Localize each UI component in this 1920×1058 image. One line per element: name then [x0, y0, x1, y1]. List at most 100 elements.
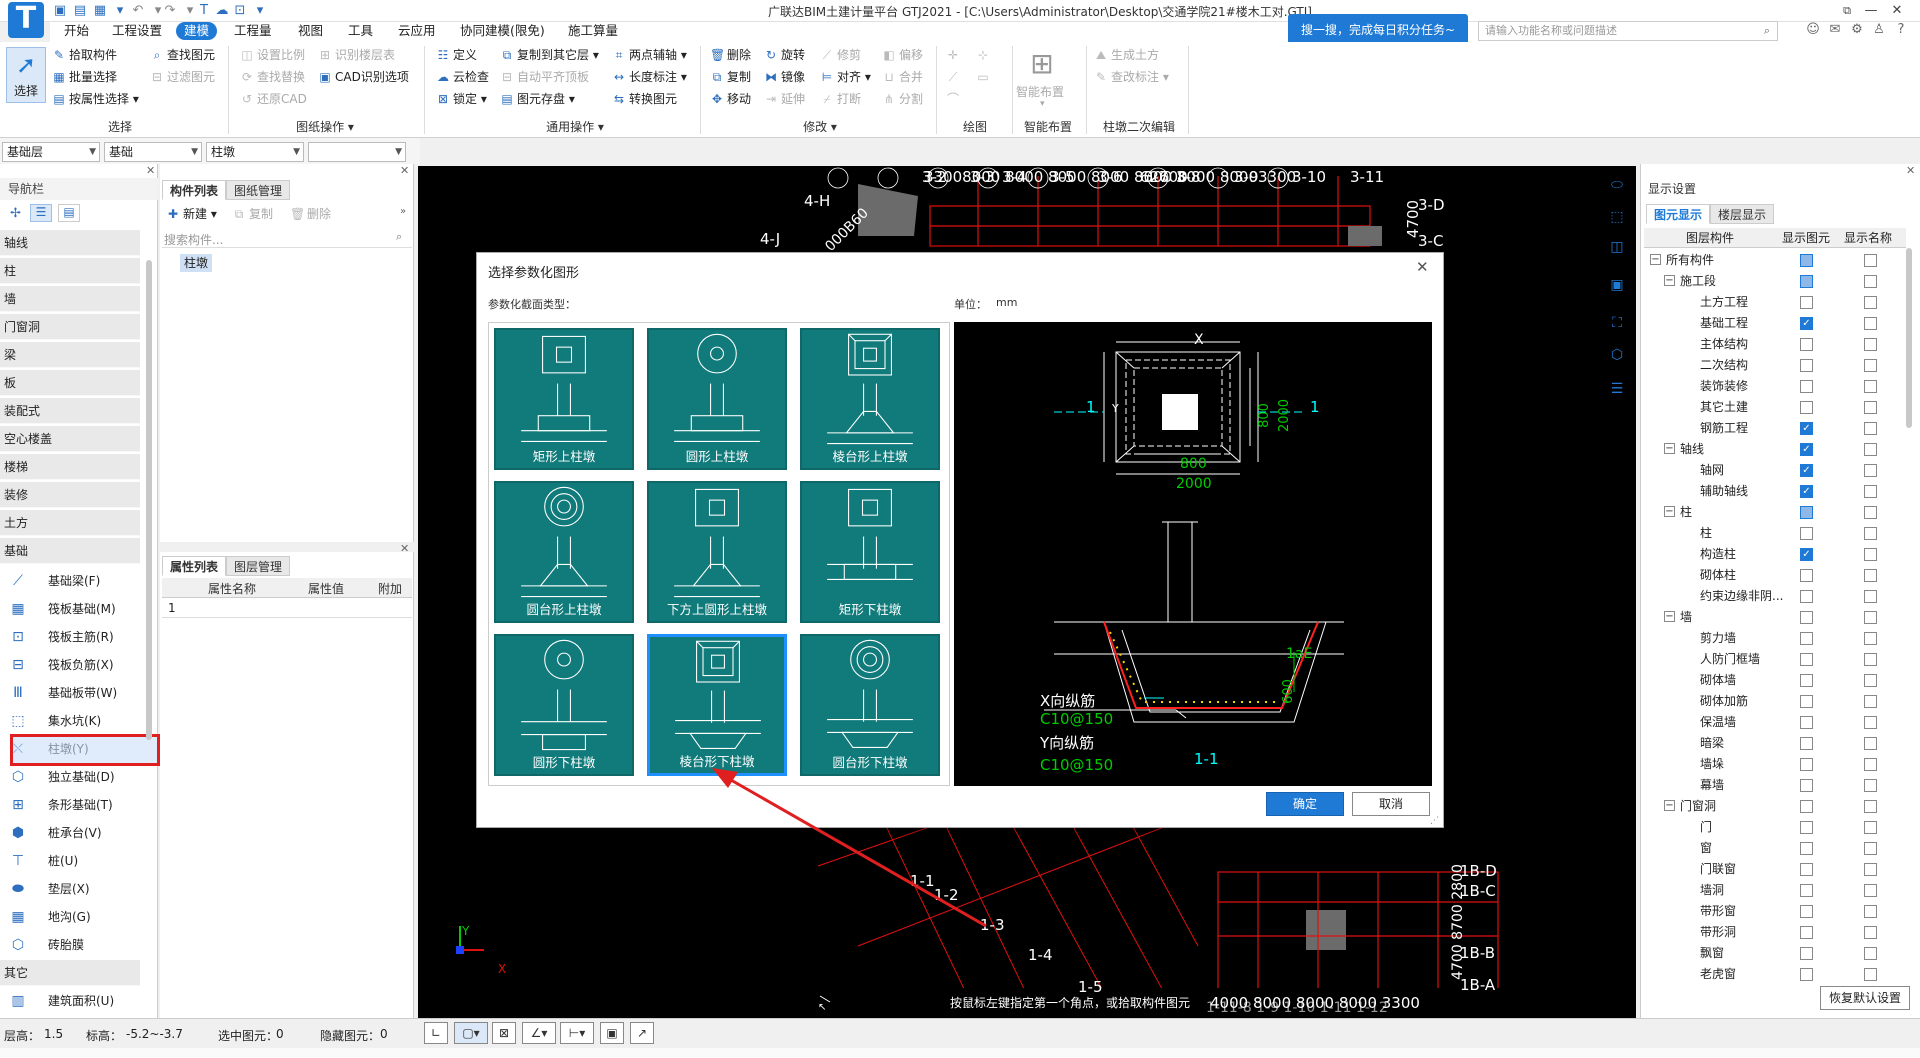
display-close-icon[interactable]: ✕	[1906, 164, 1915, 177]
find-element-button[interactable]: ⌕ 查找图元	[150, 45, 215, 65]
customize-icon[interactable]: ▾	[252, 3, 268, 19]
dynamic-input-icon[interactable]: ⊢▾	[560, 1022, 594, 1044]
show-element-checkbox[interactable]	[1800, 611, 1813, 624]
nav-item[interactable]: ⊤ 桩(U)	[8, 848, 148, 874]
display-scrollbar[interactable]	[1906, 248, 1912, 428]
display-row[interactable]: 墙垛	[1644, 754, 1906, 775]
shape-tile[interactable]: 圆台形下柱墩	[800, 634, 940, 776]
show-element-checkbox[interactable]	[1800, 926, 1813, 939]
show-name-checkbox[interactable]	[1864, 779, 1877, 792]
ok-button[interactable]: 确定	[1266, 792, 1344, 816]
show-name-checkbox[interactable]	[1864, 590, 1877, 603]
show-name-checkbox[interactable]	[1864, 569, 1877, 582]
search-icon[interactable]: ⌕	[1758, 22, 1776, 40]
display-row[interactable]: 保温墙	[1644, 712, 1906, 733]
nav-item[interactable]: ⊡ 筏板主筋(R)	[8, 624, 148, 650]
show-name-checkbox[interactable]	[1864, 317, 1877, 330]
show-element-checkbox[interactable]	[1800, 821, 1813, 834]
split-button[interactable]: ⋔ 分割	[882, 89, 923, 109]
tab-property-list[interactable]: 属性列表	[162, 556, 227, 576]
display-row[interactable]: 人防门框墙	[1644, 649, 1906, 670]
show-element-checkbox[interactable]	[1800, 632, 1813, 645]
shape-tile[interactable]: 圆形上柱墩	[647, 328, 787, 470]
nav-item[interactable]: Ⅲ 基础板带(W)	[8, 680, 148, 706]
show-element-checkbox[interactable]	[1800, 884, 1813, 897]
dialog-close-icon[interactable]: ✕	[1416, 258, 1429, 276]
display-row[interactable]: 飘窗	[1644, 943, 1906, 964]
display-row[interactable]: 门	[1644, 817, 1906, 838]
show-name-checkbox[interactable]	[1864, 548, 1877, 561]
snap-icon[interactable]: ▢▾	[454, 1022, 488, 1044]
object-snap-icon[interactable]: ⊠	[492, 1022, 516, 1044]
nav-item[interactable]: ⬡ 砖胎膜	[8, 932, 148, 958]
complist-close-icon[interactable]: ✕	[400, 164, 409, 177]
identify-floor-table-button[interactable]: ⊞ 识别楼层表	[318, 45, 395, 65]
shape-tile[interactable]: 棱台形下柱墩	[647, 634, 787, 776]
undo-icon[interactable]: ↶	[130, 3, 146, 19]
detail-view-icon[interactable]: ▤	[58, 204, 80, 222]
show-name-checkbox[interactable]	[1864, 506, 1877, 519]
resize-grip-icon[interactable]: ⋰	[1430, 816, 1439, 826]
display-row[interactable]: − 柱	[1644, 502, 1906, 523]
show-element-checkbox[interactable]	[1800, 737, 1813, 750]
tab-component-list[interactable]: 构件列表	[162, 180, 227, 200]
layer-display-icon[interactable]: ⬡	[1606, 344, 1628, 366]
search-icon[interactable]: ⌕	[396, 230, 402, 244]
show-element-checkbox[interactable]: ✓	[1800, 422, 1813, 435]
nav-item[interactable]: ⬬ 垫层(X)	[8, 876, 148, 902]
display-row[interactable]: 装饰装修	[1644, 376, 1906, 397]
show-element-checkbox[interactable]	[1800, 653, 1813, 666]
merge-button[interactable]: ⊔ 合并	[882, 67, 923, 87]
find-replace-button[interactable]: ⟳ 查找替换	[240, 67, 305, 87]
pin-icon[interactable]: ✢	[10, 206, 21, 221]
show-name-checkbox[interactable]	[1864, 842, 1877, 855]
collapse-toggle-icon[interactable]: −	[1664, 443, 1675, 454]
tab-floor-display[interactable]: 楼层显示	[1710, 204, 1775, 224]
shape-tile[interactable]: 矩形下柱墩	[800, 481, 940, 623]
show-name-checkbox[interactable]	[1864, 632, 1877, 645]
tab-element-display[interactable]: 图元显示	[1646, 204, 1711, 224]
cube-solid-icon[interactable]: ▣	[1606, 274, 1628, 296]
show-element-checkbox[interactable]: ✓	[1800, 485, 1813, 498]
auto-align-slab-button[interactable]: ⊟ 自动平齐顶板	[500, 67, 589, 87]
display-row[interactable]: − 轴线 ✓	[1644, 439, 1906, 460]
nav-item[interactable]: ⟋ 基础梁(F)	[8, 568, 148, 594]
message-icon[interactable]: ✉	[1826, 21, 1844, 39]
app-logo[interactable]: T	[8, 2, 44, 38]
show-element-checkbox[interactable]	[1800, 380, 1813, 393]
show-element-checkbox[interactable]	[1800, 800, 1813, 813]
break-button[interactable]: ⌿ 打断	[820, 89, 861, 109]
show-name-checkbox[interactable]	[1864, 884, 1877, 897]
offset-button[interactable]: ◧ 偏移	[882, 45, 923, 65]
save-icon[interactable]: ▤	[72, 3, 88, 19]
shape-tile[interactable]: 矩形上柱墩	[494, 328, 634, 470]
menu-collab[interactable]: 协同建模(限免)	[452, 22, 553, 40]
show-element-checkbox[interactable]	[1800, 338, 1813, 351]
show-name-checkbox[interactable]	[1864, 443, 1877, 456]
show-element-checkbox[interactable]	[1800, 254, 1813, 267]
display-row[interactable]: 砌体加筋	[1644, 691, 1906, 712]
show-element-checkbox[interactable]	[1800, 758, 1813, 771]
draw-arc-button[interactable]: ⌒	[946, 89, 963, 109]
two-point-axis-button[interactable]: ⌗ 两点辅轴 ▾	[612, 45, 687, 65]
show-name-checkbox[interactable]	[1864, 611, 1877, 624]
shape-tile[interactable]: 下方上圆形上柱墩	[647, 481, 787, 623]
show-name-checkbox[interactable]	[1864, 401, 1877, 414]
copy-to-floor-button[interactable]: ⧉ 复制到其它层 ▾	[500, 45, 599, 65]
show-element-checkbox[interactable]	[1800, 863, 1813, 876]
display-row[interactable]: 基础工程 ✓	[1644, 313, 1906, 334]
show-element-checkbox[interactable]	[1800, 695, 1813, 708]
function-search-input[interactable]: 请输入功能名称或问题描述	[1478, 21, 1778, 41]
show-element-checkbox[interactable]	[1800, 674, 1813, 687]
mirror-button[interactable]: ⧓ 镜像	[764, 67, 805, 87]
collapse-toggle-icon[interactable]: −	[1664, 275, 1675, 286]
display-row[interactable]: 其它土建	[1644, 397, 1906, 418]
nav-category[interactable]: 装配式	[0, 398, 140, 424]
display-row[interactable]: 砌体柱	[1644, 565, 1906, 586]
generate-earthwork-button[interactable]: ⛰ 生成土方	[1094, 45, 1159, 65]
nav-category[interactable]: 土方	[0, 510, 140, 536]
nav-category[interactable]: 装修	[0, 482, 140, 508]
collapse-toggle-icon[interactable]: −	[1664, 611, 1675, 622]
nav-item[interactable]: ⬡ 独立基础(D)	[8, 764, 148, 790]
zoom-fit-icon[interactable]: ⛶	[1606, 312, 1628, 334]
